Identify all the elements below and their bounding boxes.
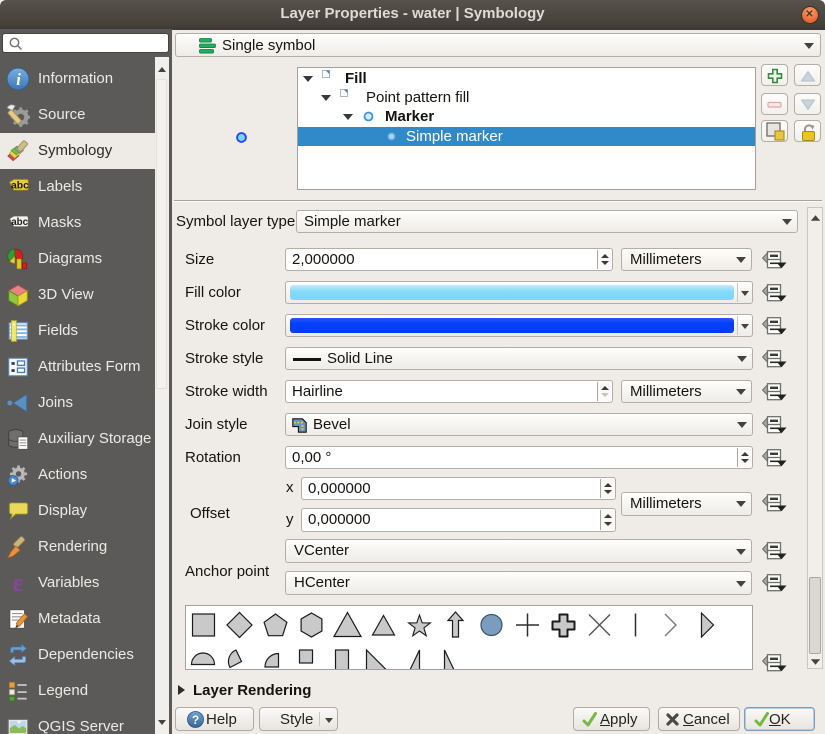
svg-text:abc: abc (11, 180, 29, 191)
svg-text:?: ? (192, 713, 199, 727)
svg-text:abc: abc (11, 216, 28, 227)
svg-text:ε: ε (13, 571, 24, 595)
svg-text:i: i (16, 70, 21, 89)
